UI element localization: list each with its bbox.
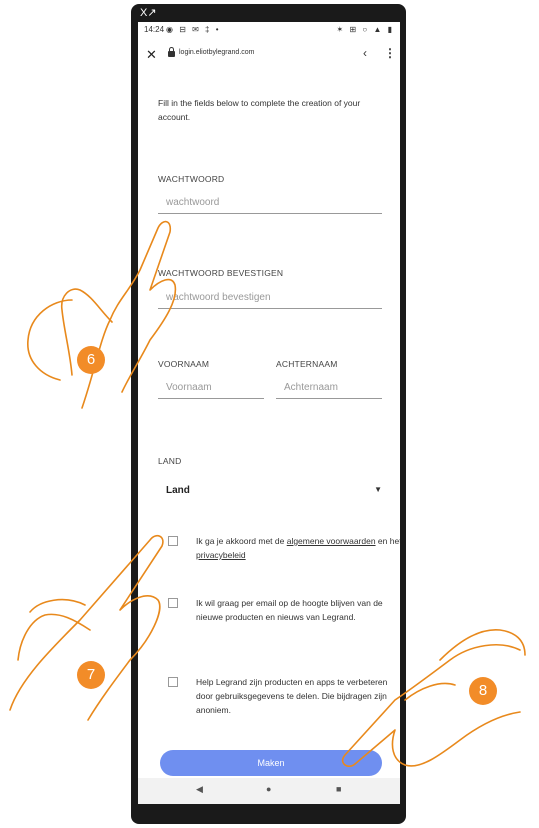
hand-illustrations bbox=[9, 220, 526, 768]
callout-6: 6 bbox=[77, 346, 105, 374]
hand-8-outline bbox=[341, 629, 526, 768]
callout-7: 7 bbox=[77, 661, 105, 689]
callout-8: 8 bbox=[469, 677, 497, 705]
hand-6-outline bbox=[27, 220, 177, 409]
hand-7-outline bbox=[9, 534, 164, 721]
